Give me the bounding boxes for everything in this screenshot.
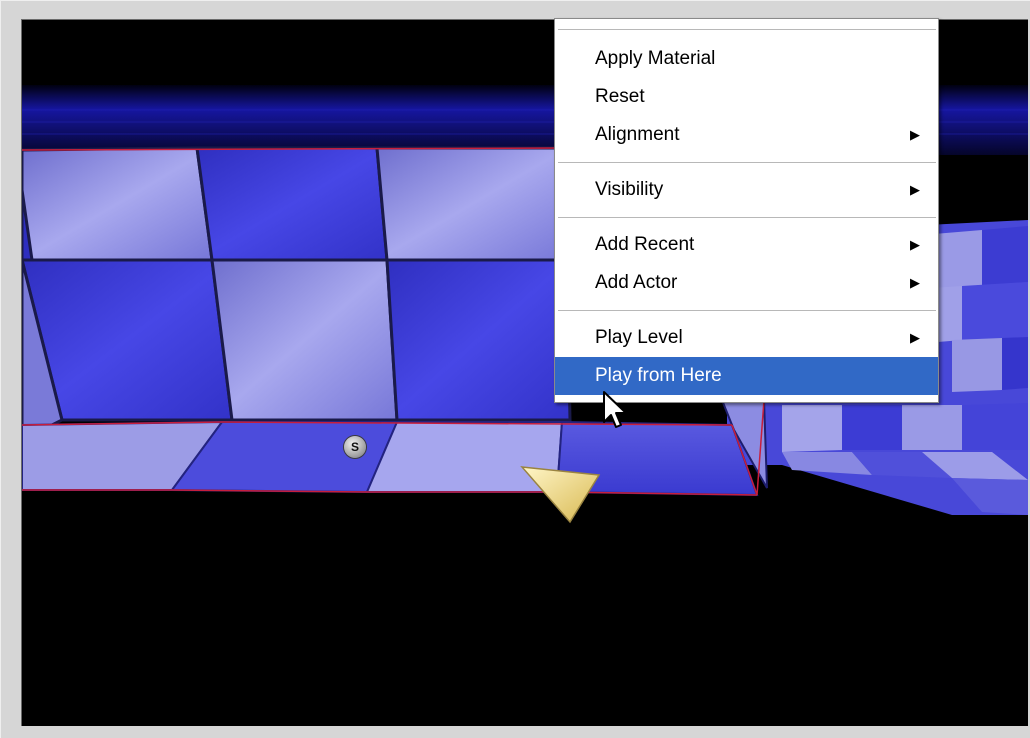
brush-wall [22, 146, 572, 442]
menu-item-add-recent[interactable]: Add Recent ▶ [555, 226, 938, 264]
submenu-arrow-icon: ▶ [910, 127, 920, 142]
menu-item-label: Play Level [595, 327, 683, 348]
submenu-arrow-icon: ▶ [910, 330, 920, 345]
menu-item-label: Reset [595, 86, 645, 107]
submenu-arrow-icon: ▶ [910, 182, 920, 197]
submenu-arrow-icon: ▶ [910, 275, 920, 290]
menu-item-label: Add Recent [595, 234, 695, 255]
spawn-point-label: S [350, 440, 359, 454]
menu-item-label: Visibility [595, 179, 664, 200]
submenu-arrow-icon: ▶ [910, 237, 920, 252]
menu-item-label: Add Actor [595, 272, 678, 293]
player-start-arrow-icon[interactable] [520, 466, 601, 524]
menu-item-add-actor[interactable]: Add Actor ▶ [555, 264, 938, 302]
menu-item-apply-material[interactable]: Apply Material [555, 40, 938, 78]
menu-item-alignment[interactable]: Alignment ▶ [555, 116, 938, 154]
editor-viewport-frame: S Apply Material Reset Alignment ▶ Visib… [0, 0, 1030, 738]
context-menu[interactable]: Apply Material Reset Alignment ▶ Visibil… [554, 18, 939, 403]
spawn-point-icon[interactable]: S [344, 436, 366, 458]
mouse-pointer-icon [603, 391, 627, 428]
menu-item-label: Alignment [595, 124, 680, 145]
menu-item-label: Apply Material [595, 48, 716, 69]
menu-item-play-level[interactable]: Play Level ▶ [555, 319, 938, 357]
brush-floor [22, 420, 759, 497]
menu-item-visibility[interactable]: Visibility ▶ [555, 171, 938, 209]
menu-item-reset[interactable]: Reset [555, 78, 938, 116]
menu-item-label: Play from Here [595, 365, 722, 386]
